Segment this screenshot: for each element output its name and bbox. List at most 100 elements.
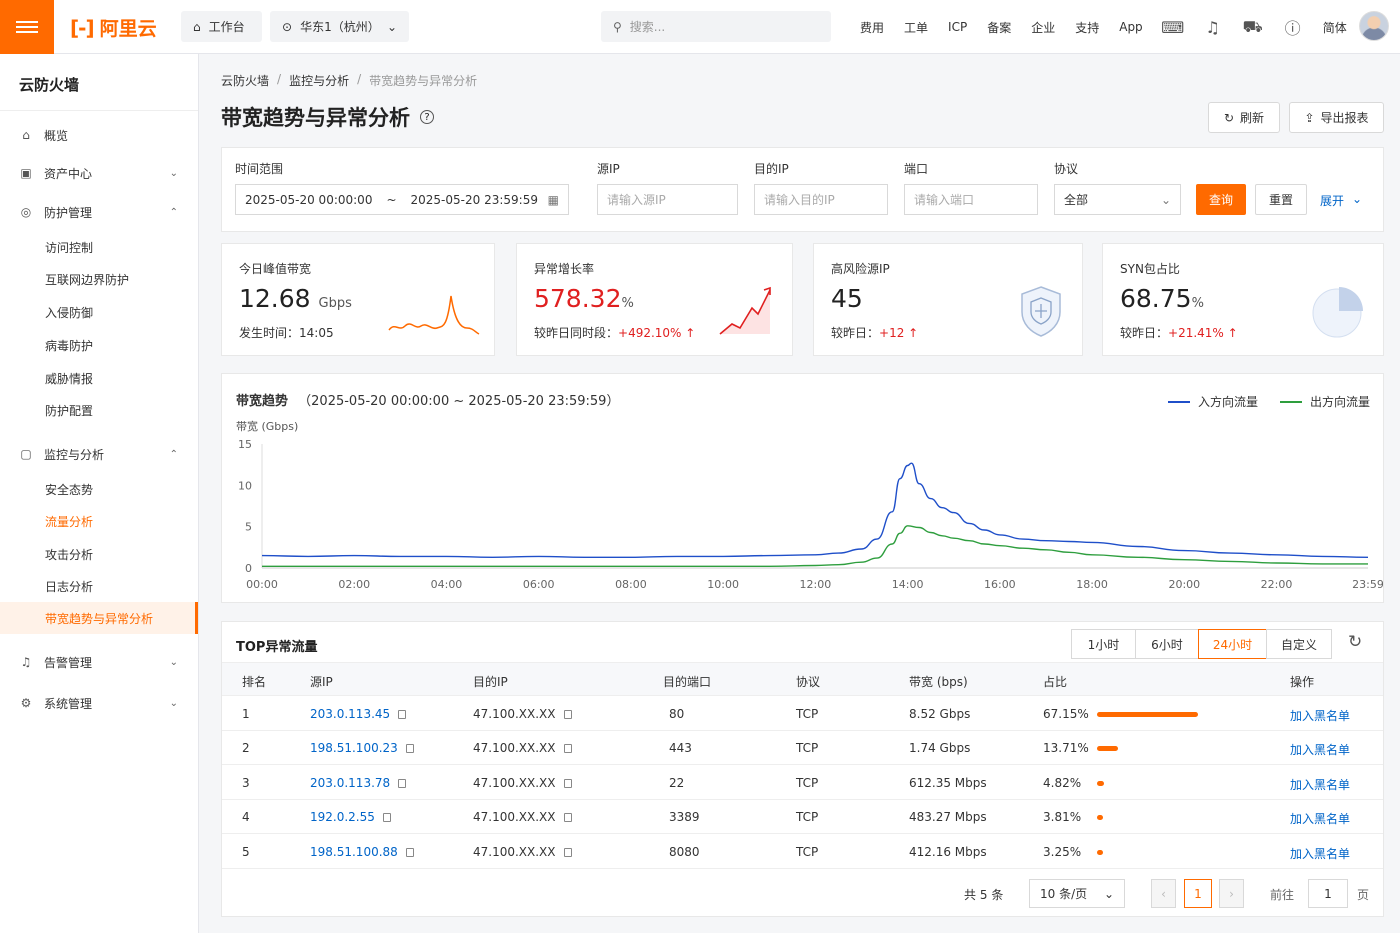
- sidebar-item-virus[interactable]: 病毒防护: [0, 329, 198, 361]
- nav-tickets[interactable]: 工单: [894, 19, 938, 36]
- tab-6h[interactable]: 6小时: [1135, 629, 1199, 659]
- sidebar-item-intrusion[interactable]: 入侵防御: [0, 296, 198, 328]
- breadcrumb-item[interactable]: 监控与分析: [289, 72, 349, 89]
- cell-port-text: 443: [669, 741, 692, 756]
- x-tick-label: 23:59: [1352, 578, 1383, 591]
- cell-rank-text: 1: [242, 707, 250, 721]
- cell-ratio-text: 3.81%: [1043, 810, 1082, 825]
- sidebar-item-overview[interactable]: ⌂ 概览: [0, 119, 198, 151]
- cell-src-ip[interactable]: 203.0.113.78: [310, 776, 407, 790]
- goto-page-input[interactable]: 1: [1308, 879, 1348, 908]
- cell-src-ip[interactable]: 192.0.2.55: [310, 810, 391, 824]
- copy-icon[interactable]: [563, 847, 572, 857]
- avatar[interactable]: [1359, 11, 1389, 41]
- cell-src-ip[interactable]: 198.51.100.88: [310, 845, 414, 859]
- sidebar-item-log-analysis[interactable]: 日志分析: [0, 570, 198, 602]
- cell-src-ip-text: 203.0.113.45: [310, 707, 391, 721]
- query-button[interactable]: 查询: [1196, 184, 1246, 215]
- sidebar-item-protection[interactable]: ◎ 防护管理 ⌃: [0, 196, 198, 228]
- copy-icon[interactable]: [563, 744, 572, 754]
- help-icon[interactable]: ⓘ: [1273, 15, 1313, 39]
- refresh-icon[interactable]: ↻: [1348, 632, 1362, 652]
- prev-page-button[interactable]: ‹: [1151, 879, 1176, 908]
- cell-bandwidth: 612.35 Mbps: [909, 776, 987, 790]
- page-1-button[interactable]: 1: [1184, 879, 1212, 908]
- blacklist-link-text: 加入黑名单: [1290, 812, 1351, 827]
- reset-button[interactable]: 重置: [1255, 184, 1307, 215]
- refresh-button[interactable]: ↻ 刷新: [1208, 102, 1280, 133]
- region-select[interactable]: ⊙ 华东1（杭州） ⌄: [270, 11, 409, 42]
- sidebar-item-traffic-analysis[interactable]: 流量分析: [0, 505, 198, 537]
- copy-icon[interactable]: [398, 778, 407, 788]
- page-title-text: 带宽趋势与异常分析: [221, 106, 410, 130]
- export-button[interactable]: ⇪ 导出报表: [1289, 102, 1384, 133]
- nav-app[interactable]: App: [1109, 20, 1152, 34]
- help-icon[interactable]: ?: [420, 110, 434, 124]
- protocol-select[interactable]: 全部 ⌄: [1054, 184, 1181, 215]
- blacklist-link[interactable]: 加入黑名单: [1290, 707, 1350, 724]
- tab-custom[interactable]: 自定义: [1266, 629, 1332, 659]
- sidebar-item-assets[interactable]: ▣ 资产中心 ⌄: [0, 157, 198, 189]
- sidebar-item-security-status[interactable]: 安全态势: [0, 473, 198, 505]
- y-tick-label: 15: [238, 438, 252, 451]
- time-range-picker[interactable]: 2025-05-20 00:00:00 ~ 2025-05-20 23:59:5…: [235, 184, 569, 215]
- cell-rank-text: 2: [242, 741, 250, 756]
- copy-icon[interactable]: [563, 813, 572, 823]
- sidebar-item-system[interactable]: ⚙ 系统管理 ⌄: [0, 687, 198, 719]
- cell-dst-ip-text: 47.100.XX.XX: [473, 707, 556, 721]
- kpi-sub: 较昨日：+12 ↑: [831, 324, 918, 341]
- terminal-icon[interactable]: ⌨: [1153, 18, 1193, 37]
- src-ip-input[interactable]: 请输入源IP: [597, 184, 738, 215]
- port-input[interactable]: 请输入端口: [904, 184, 1038, 215]
- sidebar-item-internet-border[interactable]: 互联网边界防护: [0, 263, 198, 295]
- sidebar-item-threat-intel[interactable]: 威胁情报: [0, 362, 198, 394]
- logo[interactable]: [-] 阿里云: [70, 14, 157, 41]
- sidebar-item-protect-config[interactable]: 防护配置: [0, 394, 198, 426]
- copy-icon[interactable]: [563, 778, 572, 788]
- sidebar-item-access-control[interactable]: 访问控制: [0, 231, 198, 263]
- blacklist-link[interactable]: 加入黑名单: [1290, 845, 1350, 862]
- blacklist-link[interactable]: 加入黑名单: [1290, 776, 1350, 793]
- copy-icon[interactable]: [405, 744, 414, 754]
- nav-enterprise[interactable]: 企业: [1021, 19, 1065, 36]
- page-size-select[interactable]: 10 条/页 ⌄: [1029, 879, 1125, 908]
- cell-src-ip[interactable]: 198.51.100.23: [310, 741, 414, 755]
- kpi-sub-label: 较昨日：: [1120, 326, 1169, 340]
- blacklist-link[interactable]: 加入黑名单: [1290, 741, 1350, 758]
- breadcrumb-item[interactable]: 云防火墙: [221, 72, 269, 89]
- cell-dst-ip-text: 47.100.XX.XX: [473, 775, 556, 790]
- sidebar-item-bandwidth-anomaly[interactable]: 带宽趋势与异常分析: [0, 602, 198, 634]
- sidebar-item-alarm[interactable]: ♫ 告警管理 ⌄: [0, 646, 198, 678]
- nav-fees[interactable]: 费用: [850, 19, 894, 36]
- bell-icon[interactable]: ♫: [1193, 18, 1233, 37]
- cell-src-ip[interactable]: 203.0.113.45: [310, 707, 407, 721]
- tab-1h[interactable]: 1小时: [1071, 629, 1136, 659]
- next-page-button[interactable]: ›: [1219, 879, 1244, 908]
- blacklist-link[interactable]: 加入黑名单: [1290, 810, 1350, 827]
- nav-icp[interactable]: ICP: [938, 20, 977, 34]
- kpi-sub-value: +492.10%: [618, 326, 682, 340]
- language-switch[interactable]: 简体: [1313, 19, 1357, 36]
- sidebar-item-label: 监控与分析: [44, 447, 105, 462]
- copy-icon[interactable]: [398, 710, 407, 719]
- legend-out[interactable]: 出方向流量: [1280, 393, 1370, 410]
- legend-in[interactable]: 入方向流量: [1168, 393, 1258, 410]
- cart-icon[interactable]: ⛟: [1233, 17, 1273, 38]
- kpi-number: 12.68: [239, 284, 311, 313]
- expand-link[interactable]: 展开 ⌄: [1320, 192, 1362, 209]
- workbench-button[interactable]: ⌂ 工作台: [181, 11, 262, 42]
- kpi-sub-value: 14:05: [299, 326, 334, 340]
- sidebar-item-monitor[interactable]: ▢ 监控与分析 ⌃: [0, 438, 198, 470]
- copy-icon[interactable]: [563, 710, 572, 719]
- dst-ip-input[interactable]: 请输入目的IP: [754, 184, 888, 215]
- cell-protocol: TCP: [796, 810, 818, 824]
- col-dst-port: 目的端口: [663, 675, 712, 689]
- search-input[interactable]: ⚲ 搜索...: [601, 11, 831, 42]
- tab-24h[interactable]: 24小时: [1198, 629, 1267, 659]
- nav-beian[interactable]: 备案: [977, 19, 1021, 36]
- copy-icon[interactable]: [382, 813, 391, 823]
- sidebar-item-attack-analysis[interactable]: 攻击分析: [0, 538, 198, 570]
- nav-support[interactable]: 支持: [1065, 19, 1109, 36]
- menu-icon[interactable]: [0, 0, 54, 54]
- copy-icon[interactable]: [405, 847, 414, 857]
